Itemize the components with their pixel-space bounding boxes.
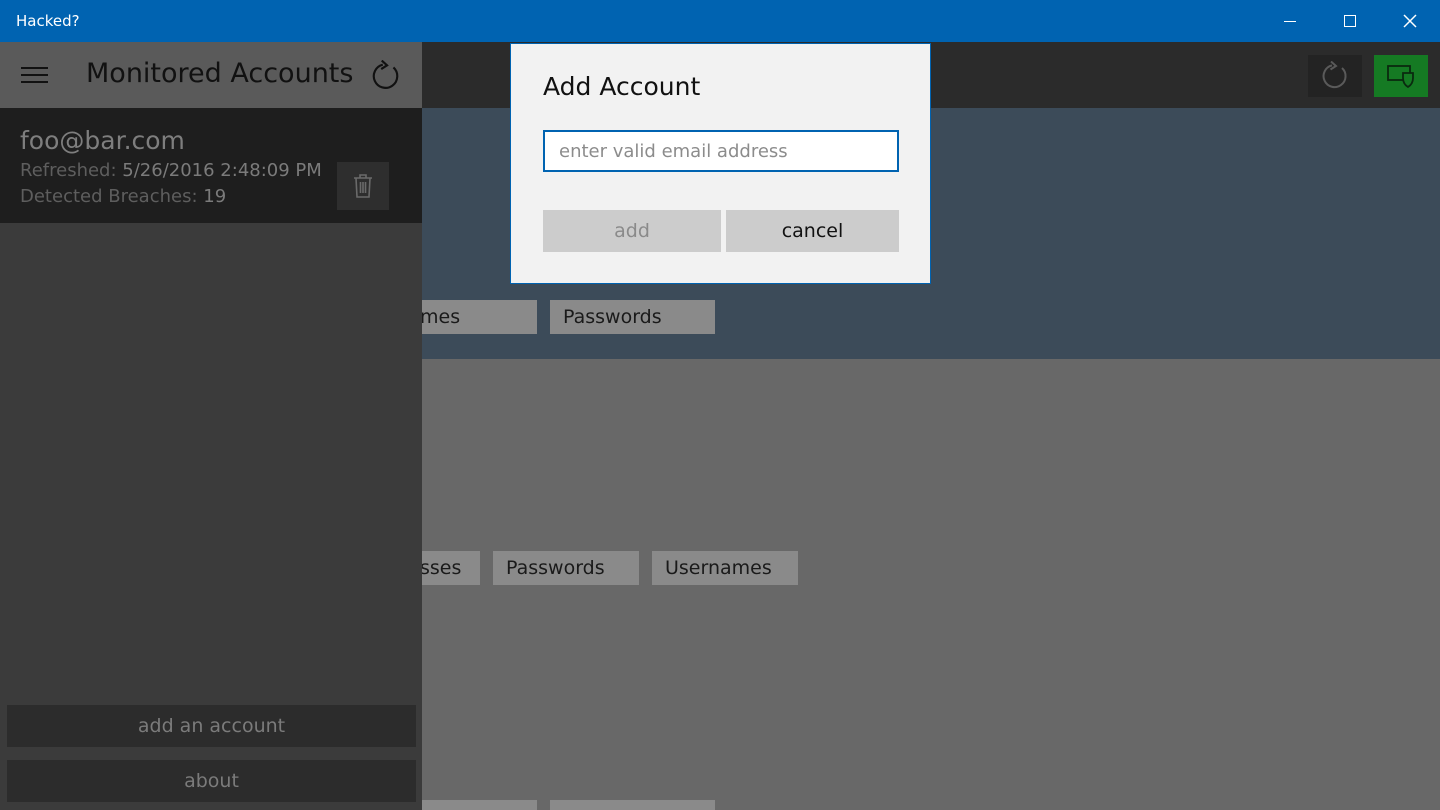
hero-button-passwords[interactable]: Passwords	[550, 300, 715, 334]
add-account-button[interactable]: add an account	[7, 705, 416, 747]
app-title: Hacked?	[16, 12, 80, 30]
account-refreshed: Refreshed: 5/26/2016 2:48:09 PM	[20, 160, 322, 181]
refreshed-label: Refreshed:	[20, 160, 117, 181]
add-account-dialog: Add Account add cancel	[510, 43, 931, 284]
hamburger-icon	[20, 81, 48, 83]
hamburger-icon	[20, 67, 48, 69]
maximize-button[interactable]	[1320, 0, 1380, 42]
content-button-passwords[interactable]: Passwords	[493, 551, 639, 585]
account-email: foo@bar.com	[20, 126, 185, 155]
pane-header: Monitored Accounts	[0, 42, 422, 108]
breaches-label: Detected Breaches:	[20, 186, 198, 207]
hamburger-menu-button[interactable]	[14, 55, 54, 95]
close-icon	[1403, 14, 1417, 28]
pane-title: Monitored Accounts	[86, 58, 354, 89]
monitor-button[interactable]	[1374, 55, 1428, 97]
cancel-button[interactable]: cancel	[726, 210, 899, 252]
hero-button-usernames[interactable]: mes	[412, 300, 537, 334]
email-input[interactable]	[543, 130, 899, 172]
maximize-icon	[1344, 15, 1356, 27]
about-button[interactable]: about	[7, 760, 416, 802]
delete-account-button[interactable]	[337, 162, 389, 210]
dialog-title: Add Account	[543, 72, 701, 101]
shield-icon	[1387, 65, 1414, 89]
content-button-usernames[interactable]: Usernames	[652, 551, 798, 585]
content-button-stub[interactable]	[550, 800, 715, 810]
minimize-icon	[1284, 20, 1296, 22]
trash-icon	[354, 174, 372, 198]
refresh-icon	[1322, 61, 1347, 89]
content-button-stub[interactable]	[412, 800, 537, 810]
content-button-addresses[interactable]: sses	[412, 551, 480, 585]
breaches-value: 19	[203, 186, 227, 207]
refresh-all-button[interactable]	[366, 56, 406, 96]
refresh-button[interactable]	[1308, 55, 1362, 97]
account-breaches: Detected Breaches: 19	[20, 186, 226, 207]
refresh-icon	[372, 60, 399, 89]
accounts-pane: Monitored Accounts foo@bar.com Refreshed…	[0, 42, 422, 810]
close-button[interactable]	[1380, 0, 1440, 42]
minimize-button[interactable]	[1260, 0, 1320, 42]
title-bar: Hacked?	[0, 0, 1440, 42]
add-button[interactable]: add	[543, 210, 721, 252]
hamburger-icon	[20, 74, 48, 76]
refreshed-value: 5/26/2016 2:48:09 PM	[122, 160, 322, 181]
